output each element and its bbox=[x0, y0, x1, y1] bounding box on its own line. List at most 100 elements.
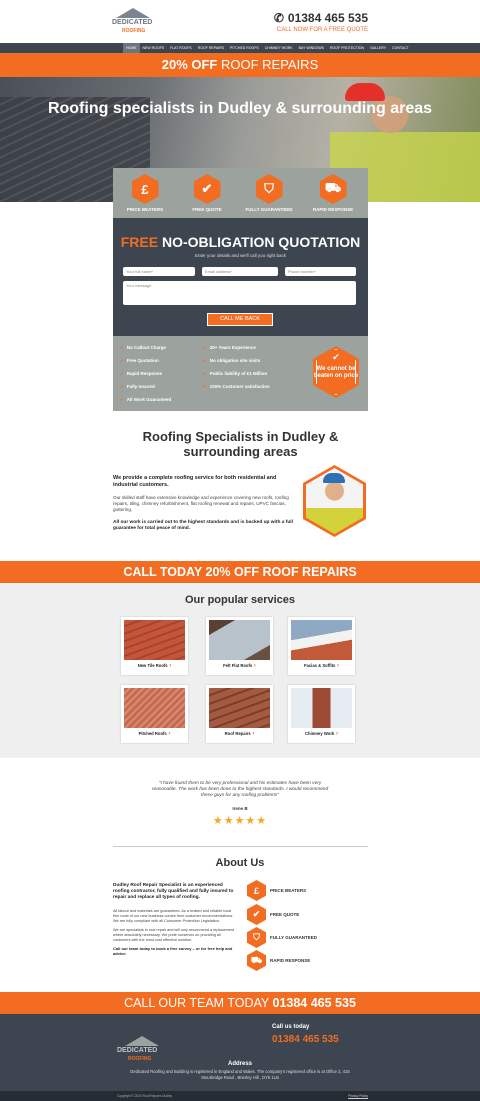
call-team-phone: 01384 465 535 bbox=[272, 996, 356, 1010]
service-label: Felt Flat Roofs bbox=[206, 663, 273, 669]
service-image bbox=[209, 688, 270, 728]
promo-text: ROOF REPAIRS bbox=[217, 57, 319, 72]
form-title-highlight: FREE bbox=[120, 234, 159, 250]
feature-label: PRICE BEATERS bbox=[126, 207, 164, 212]
main-nav: HOME NEW ROOFS FLAT ROOFS ROOF REPAIRS P… bbox=[0, 43, 480, 53]
shield-icon: ⛉ bbox=[255, 174, 283, 204]
promo-banner: 20% OFF ROOF REPAIRS bbox=[0, 53, 480, 77]
testimonial-quote: "I have found them to be very profession… bbox=[151, 781, 329, 798]
intro-body: Our skilled staff have extensive knowled… bbox=[113, 495, 289, 512]
service-label: Facias & Soffits bbox=[288, 663, 355, 669]
service-label: New Tile Roofs bbox=[121, 663, 188, 669]
about-item-free-quote: ✔ FREE QUOTE bbox=[247, 904, 299, 925]
nav-item-new-roofs[interactable]: NEW ROOFS bbox=[140, 43, 168, 53]
name-field[interactable]: Your full name* bbox=[123, 267, 195, 276]
worker-image bbox=[303, 465, 366, 537]
email-field[interactable]: Email address* bbox=[202, 267, 278, 276]
truck-icon: ⛟ bbox=[247, 950, 266, 971]
about-item-label: PRICE BEATERS bbox=[270, 888, 307, 893]
call-me-back-button[interactable]: CALL ME BACK bbox=[207, 313, 273, 326]
copyright-text: Copyright © 2020 Roof Repairs Dudley bbox=[117, 1094, 173, 1098]
call-today-banner[interactable]: CALL TODAY 20% OFF ROOF REPAIRS bbox=[0, 561, 480, 583]
about-title: About Us bbox=[215, 857, 265, 869]
about-lead: Dudley Roof Repair Specialist is an expe… bbox=[113, 883, 234, 900]
service-label: Chimney Work bbox=[288, 731, 355, 737]
about-paragraph: All labour and materials are guaranteed.… bbox=[113, 909, 234, 923]
header-phone-sub: CALL NOW FOR A FREE QUOTE bbox=[276, 27, 368, 33]
service-label: Pitched Roofs bbox=[121, 731, 188, 737]
phone-icon: ✆ bbox=[273, 11, 284, 25]
promo-highlight: 20% OFF bbox=[161, 57, 218, 72]
truck-icon: ⛟ bbox=[319, 174, 347, 204]
benefit-item: 100% Customer satisfaction bbox=[203, 384, 270, 390]
check-icon: ✔ bbox=[247, 904, 266, 925]
service-card-roof-repairs[interactable]: Roof Repairs bbox=[206, 685, 273, 743]
intro-lead: We provide a complete roofing service fo… bbox=[113, 475, 277, 488]
service-image bbox=[209, 620, 270, 660]
service-card-new-tile-roofs[interactable]: New Tile Roofs bbox=[121, 617, 188, 675]
privacy-policy-link[interactable]: Privacy Policy bbox=[348, 1094, 368, 1098]
quote-form: FREE NO-OBLIGATION QUOTATION Enter your … bbox=[113, 218, 368, 336]
site-header: DEDICATED ROOFING ✆ 01384 465 535 CALL N… bbox=[0, 0, 480, 43]
nav-item-chimney-work[interactable]: CHIMNEY WORK bbox=[262, 43, 296, 53]
service-image bbox=[124, 688, 185, 728]
footer-call-us: Call us today bbox=[272, 1024, 310, 1030]
price-badge-text: We cannot be beaten on price bbox=[313, 366, 359, 379]
testimonial-author: Irene B bbox=[232, 806, 248, 811]
nav-item-roof-repairs[interactable]: ROOF REPAIRS bbox=[195, 43, 227, 53]
benefit-item: No Callout Charge bbox=[120, 345, 166, 351]
benefit-item: All Work Guaranteed bbox=[120, 397, 171, 403]
divider bbox=[113, 846, 368, 847]
services-title: Our popular services bbox=[184, 594, 296, 606]
nav-item-pitched-roofs[interactable]: PITCHED ROOFS bbox=[227, 43, 262, 53]
benefit-item: No obligation site visits bbox=[203, 358, 261, 364]
benefit-item: Fully Insured bbox=[120, 384, 155, 390]
copyright-bar: Copyright © 2020 Roof Repairs Dudley Pri… bbox=[0, 1091, 480, 1101]
service-image bbox=[291, 620, 352, 660]
nav-item-gallery[interactable]: GALLERY bbox=[367, 43, 389, 53]
service-card-felt-flat-roofs[interactable]: Felt Flat Roofs bbox=[206, 617, 273, 675]
price-badge: ✔ We cannot be beaten on price bbox=[313, 346, 359, 398]
header-phone[interactable]: ✆ 01384 465 535 bbox=[274, 11, 368, 25]
call-team-banner[interactable]: CALL OUR TEAM TODAY 01384 465 535 bbox=[0, 992, 480, 1014]
feature-label: RAPID RESPONSE bbox=[312, 207, 354, 212]
check-icon: ✔ bbox=[332, 352, 340, 362]
form-title: FREE NO-OBLIGATION QUOTATION bbox=[113, 234, 368, 250]
feature-free-quote: ✔ FREE QUOTE bbox=[182, 174, 232, 212]
message-field[interactable]: Your message bbox=[123, 281, 356, 305]
footer-phone[interactable]: 01384 465 535 bbox=[272, 1034, 339, 1045]
logo[interactable]: DEDICATED ROOFING bbox=[112, 8, 158, 38]
nav-item-contact[interactable]: CONTACT bbox=[389, 43, 412, 53]
nav-item-flat-roofs[interactable]: FLAT ROOFS bbox=[167, 43, 195, 53]
service-card-pitched-roofs[interactable]: Pitched Roofs bbox=[121, 685, 188, 743]
footer-address: Dedicated Roofing and Building is regist… bbox=[130, 1069, 350, 1080]
service-image bbox=[124, 620, 185, 660]
feature-fully-guaranteed: ⛉ FULLY GUARANTEED bbox=[244, 174, 294, 212]
about-item-label: FULLY GUARANTEED bbox=[270, 935, 318, 940]
service-card-facias-soffits[interactable]: Facias & Soffits bbox=[288, 617, 355, 675]
about-item-fully-guaranteed: ⛉ FULLY GUARANTEED bbox=[247, 927, 317, 948]
star-rating-icon: ★★★★★ bbox=[212, 815, 268, 827]
logo-roof-icon bbox=[125, 1036, 159, 1046]
pound-icon: £ bbox=[247, 880, 266, 901]
nav-item-home[interactable]: HOME bbox=[123, 43, 140, 53]
logo-text: DEDICATED bbox=[112, 19, 153, 26]
hero-title: Roofing specialists in Dudley & surround… bbox=[47, 100, 433, 117]
feature-label: FULLY GUARANTEED bbox=[245, 207, 293, 212]
benefit-item: Free Quotation bbox=[120, 358, 159, 364]
form-subtitle: Enter your details and we'll call you ri… bbox=[195, 253, 286, 258]
phone-field[interactable]: Phone number* bbox=[285, 267, 356, 276]
service-image bbox=[291, 688, 352, 728]
service-card-chimney-work[interactable]: Chimney Work bbox=[288, 685, 355, 743]
nav-item-bay-windows[interactable]: BAY WINDOWS bbox=[296, 43, 327, 53]
feature-label: FREE QUOTE bbox=[192, 207, 222, 212]
footer-address-heading: Address bbox=[227, 1061, 252, 1067]
feature-rapid-response: ⛟ RAPID RESPONSE bbox=[308, 174, 358, 212]
check-icon: ✔ bbox=[193, 174, 221, 204]
shield-icon: ⛉ bbox=[247, 927, 266, 948]
logo-subtext: ROOFING bbox=[122, 28, 146, 34]
nav-item-roof-protection[interactable]: ROOF PROTECTION bbox=[327, 43, 367, 53]
about-cta: Call our team today to book a free surve… bbox=[113, 946, 233, 956]
service-label: Roof Repairs bbox=[206, 731, 273, 737]
about-paragraph: We are specialists in roof repair and wi… bbox=[113, 928, 235, 942]
